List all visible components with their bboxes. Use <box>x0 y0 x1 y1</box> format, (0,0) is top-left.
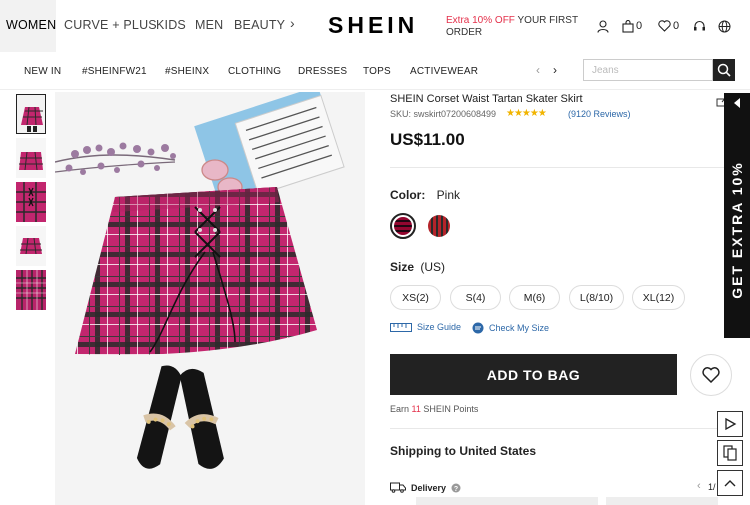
category-next-icon[interactable]: › <box>290 15 295 31</box>
category-curve-plus[interactable]: CURVE + PLUS <box>64 18 157 32</box>
size-option-xs[interactable]: XS(2) <box>390 285 441 310</box>
delivery-page-indicator: 1/ <box>708 482 716 492</box>
size-unit: (US) <box>420 260 446 274</box>
delivery-label: Delivery <box>411 482 447 493</box>
product-thumbnail[interactable] <box>16 226 46 266</box>
support-icon[interactable] <box>693 18 706 34</box>
delivery-option-card[interactable] <box>606 497 718 505</box>
color-swatch-pink[interactable] <box>390 213 416 239</box>
product-thumbnail[interactable] <box>16 270 46 310</box>
copy-icon <box>723 445 737 461</box>
category-women[interactable]: WOMEN <box>6 18 56 32</box>
chevron-up-icon <box>724 480 736 487</box>
size-guide-link[interactable]: Size Guide <box>390 322 461 332</box>
product-main-image[interactable] <box>55 92 365 505</box>
size-option-s[interactable]: S(4) <box>450 285 501 310</box>
account-icon[interactable] <box>597 18 609 34</box>
product-sku: SKU: swskirt07200608499 <box>390 109 497 119</box>
wishlist-count: 0 <box>673 20 680 32</box>
size-option-l[interactable]: L(8/10) <box>569 285 624 310</box>
add-to-wishlist-button[interactable] <box>690 354 732 396</box>
help-icon[interactable]: ? <box>451 483 461 493</box>
category-beauty[interactable]: BEAUTY <box>234 18 285 32</box>
svg-text:?: ? <box>454 485 458 492</box>
nav-item-clothing[interactable]: CLOTHING <box>228 66 281 77</box>
points-info: Earn 11 SHEIN Points <box>390 404 478 414</box>
rating-stars-icon: ★★★★★ <box>506 108 547 119</box>
product-thumbnail[interactable] <box>16 138 46 178</box>
delivery-option-card[interactable] <box>416 497 598 505</box>
search-icon <box>717 63 731 77</box>
compare-button[interactable] <box>717 440 743 466</box>
nav-item-activewear[interactable]: ACTIVEWEAR <box>410 66 478 77</box>
measure-icon <box>472 322 484 334</box>
category-kids[interactable]: KIDS <box>156 18 186 32</box>
reviews-link[interactable]: (9120 Reviews) <box>568 109 631 119</box>
size-option-xl[interactable]: XL(12) <box>632 285 685 310</box>
play-icon <box>725 417 737 431</box>
check-size-label: Check My Size <box>489 323 550 333</box>
product-price: US$11.00 <box>390 130 465 149</box>
points-prefix: Earn <box>390 404 410 414</box>
collapse-arrow-icon <box>734 98 740 108</box>
nav-item-sheinx[interactable]: #SHEINX <box>165 66 209 77</box>
color-label-row: Color: Pink <box>390 188 460 202</box>
top-header: WOMEN CURVE + PLUS KIDS MEN BEAUTY › SHE… <box>0 0 750 52</box>
nav-next-icon[interactable]: › <box>553 63 557 77</box>
points-value: 11 <box>411 404 421 414</box>
play-video-button[interactable] <box>717 411 743 437</box>
promo-highlight: Extra 10% OFF <box>446 15 515 26</box>
check-size-link[interactable]: Check My Size <box>472 322 549 334</box>
color-swatch-red[interactable] <box>428 215 450 237</box>
wishlist-button[interactable]: 0 <box>658 18 679 34</box>
divider <box>390 167 725 168</box>
side-promo-text: GET EXTRA 10% <box>729 161 746 299</box>
add-to-bag-button[interactable]: ADD TO BAG <box>390 354 677 395</box>
cart-count: 0 <box>636 20 643 32</box>
search-button[interactable] <box>713 59 735 81</box>
size-label: Size <box>390 260 415 274</box>
color-value: Pink <box>436 188 461 202</box>
ruler-icon <box>390 322 412 332</box>
size-option-m[interactable]: M(6) <box>509 285 560 310</box>
bag-icon <box>622 19 634 33</box>
color-label: Color: <box>390 188 426 202</box>
heart-icon <box>658 20 671 32</box>
nav-item-tops[interactable]: TOPS <box>363 66 391 77</box>
product-title: SHEIN Corset Waist Tartan Skater Skirt <box>390 93 583 105</box>
search-input[interactable]: Jeans <box>583 59 713 81</box>
product-thumbnail[interactable] <box>16 94 46 134</box>
delivery-row: Delivery ? <box>390 482 461 493</box>
truck-icon <box>390 482 406 493</box>
shipping-heading: Shipping to United States <box>390 444 536 458</box>
side-promo-text-wrap: GET EXTRA 10% <box>724 150 750 310</box>
back-to-top-button[interactable] <box>717 470 743 496</box>
nav-item-sheinfw21[interactable]: #SHEINFW21 <box>82 66 147 77</box>
delivery-prev-icon[interactable]: ‹ <box>697 480 701 492</box>
product-thumbnail[interactable] <box>16 182 46 222</box>
size-label-row: Size (US) <box>390 260 445 274</box>
size-guide-label: Size Guide <box>417 322 462 332</box>
divider <box>390 428 725 429</box>
category-men[interactable]: MEN <box>195 18 223 32</box>
points-suffix: SHEIN Points <box>423 404 479 414</box>
promo-banner[interactable]: Extra 10% OFF YOUR FIRST ORDER <box>446 15 586 39</box>
nav-prev-icon[interactable]: ‹ <box>536 63 540 77</box>
shein-logo[interactable]: SHEIN <box>328 12 418 39</box>
cart-button[interactable]: 0 <box>622 18 642 34</box>
nav-item-dresses[interactable]: DRESSES <box>298 66 347 77</box>
nav-item-new-in[interactable]: NEW IN <box>24 66 61 77</box>
main-nav: NEW IN #SHEINFW21 #SHEINX CLOTHING DRESS… <box>0 52 750 90</box>
heart-icon <box>702 367 720 383</box>
globe-icon[interactable] <box>718 18 731 34</box>
